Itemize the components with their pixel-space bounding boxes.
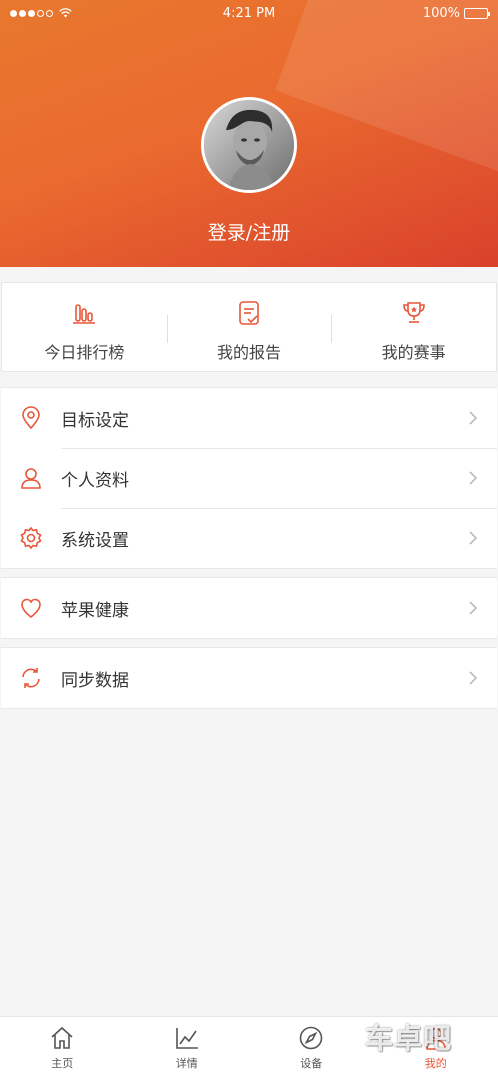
chevron-right-icon xyxy=(469,411,478,425)
menu-item-label: 个人资料 xyxy=(61,470,129,491)
tab-label: 我的 xyxy=(424,1057,447,1070)
menu-item-apple-health[interactable]: 苹果健康 xyxy=(1,578,497,638)
tab-home[interactable]: 主页 xyxy=(0,1017,125,1080)
compass-icon xyxy=(299,1026,323,1050)
person-icon xyxy=(425,1027,446,1050)
quick-action-report[interactable]: 我的报告 xyxy=(166,283,332,371)
home-icon xyxy=(51,1026,73,1049)
person-icon xyxy=(21,468,41,489)
quick-action-ranking[interactable]: 今日排行榜 xyxy=(2,283,167,371)
quick-action-label: 我的报告 xyxy=(217,343,282,362)
status-bar: 4:21 PM 100% xyxy=(0,0,498,28)
trophy-icon xyxy=(402,302,425,323)
menu-item-label: 同步数据 xyxy=(61,670,129,691)
location-pin-icon xyxy=(22,406,40,430)
battery-status: 100% xyxy=(422,6,490,21)
menu-item-label: 系统设置 xyxy=(61,530,129,551)
health-group: 苹果健康 xyxy=(1,577,497,639)
menu-item-sync-data[interactable]: 同步数据 xyxy=(1,648,497,708)
menu-item-profile[interactable]: 个人资料 xyxy=(1,448,497,508)
heart-icon xyxy=(21,598,41,619)
tab-label: 主页 xyxy=(51,1057,74,1070)
quick-action-label: 我的赛事 xyxy=(381,343,446,362)
menu-item-label: 目标设定 xyxy=(61,410,129,431)
report-icon xyxy=(239,301,259,325)
menu-item-system-settings[interactable]: 系统设置 xyxy=(1,508,497,568)
profile-header: 4:21 PM 100% 登录/注册 xyxy=(0,0,498,267)
login-register-link[interactable]: 登录/注册 xyxy=(0,218,498,245)
settings-group: 目标设定 个人资料 系统设置 xyxy=(1,387,497,569)
chevron-right-icon xyxy=(469,531,478,545)
bar-chart-icon xyxy=(73,304,96,324)
tab-label: 设备 xyxy=(300,1057,323,1070)
battery-percent: 100% xyxy=(422,6,460,21)
chevron-right-icon xyxy=(469,601,478,615)
battery-icon xyxy=(464,8,490,19)
quick-actions: 今日排行榜 我的报告 我的赛事 xyxy=(1,282,497,372)
line-chart-icon xyxy=(175,1028,198,1049)
menu-item-label: 苹果健康 xyxy=(61,600,129,621)
sync-icon xyxy=(22,668,40,688)
tab-bar: 主页 详情 设备 我的 xyxy=(0,1016,498,1080)
chevron-right-icon xyxy=(469,471,478,485)
gear-icon xyxy=(20,526,42,550)
avatar[interactable] xyxy=(201,97,297,193)
tab-label: 详情 xyxy=(175,1057,198,1070)
menu-item-goal-setting[interactable]: 目标设定 xyxy=(1,388,497,448)
sync-group: 同步数据 xyxy=(1,647,497,709)
tab-devices[interactable]: 设备 xyxy=(249,1017,374,1080)
quick-action-events[interactable]: 我的赛事 xyxy=(331,283,496,371)
tab-details[interactable]: 详情 xyxy=(125,1017,250,1080)
tab-mine[interactable]: 我的 xyxy=(374,1017,498,1080)
chevron-right-icon xyxy=(469,671,478,685)
avatar-photo xyxy=(204,100,294,190)
quick-action-label: 今日排行榜 xyxy=(44,343,125,362)
